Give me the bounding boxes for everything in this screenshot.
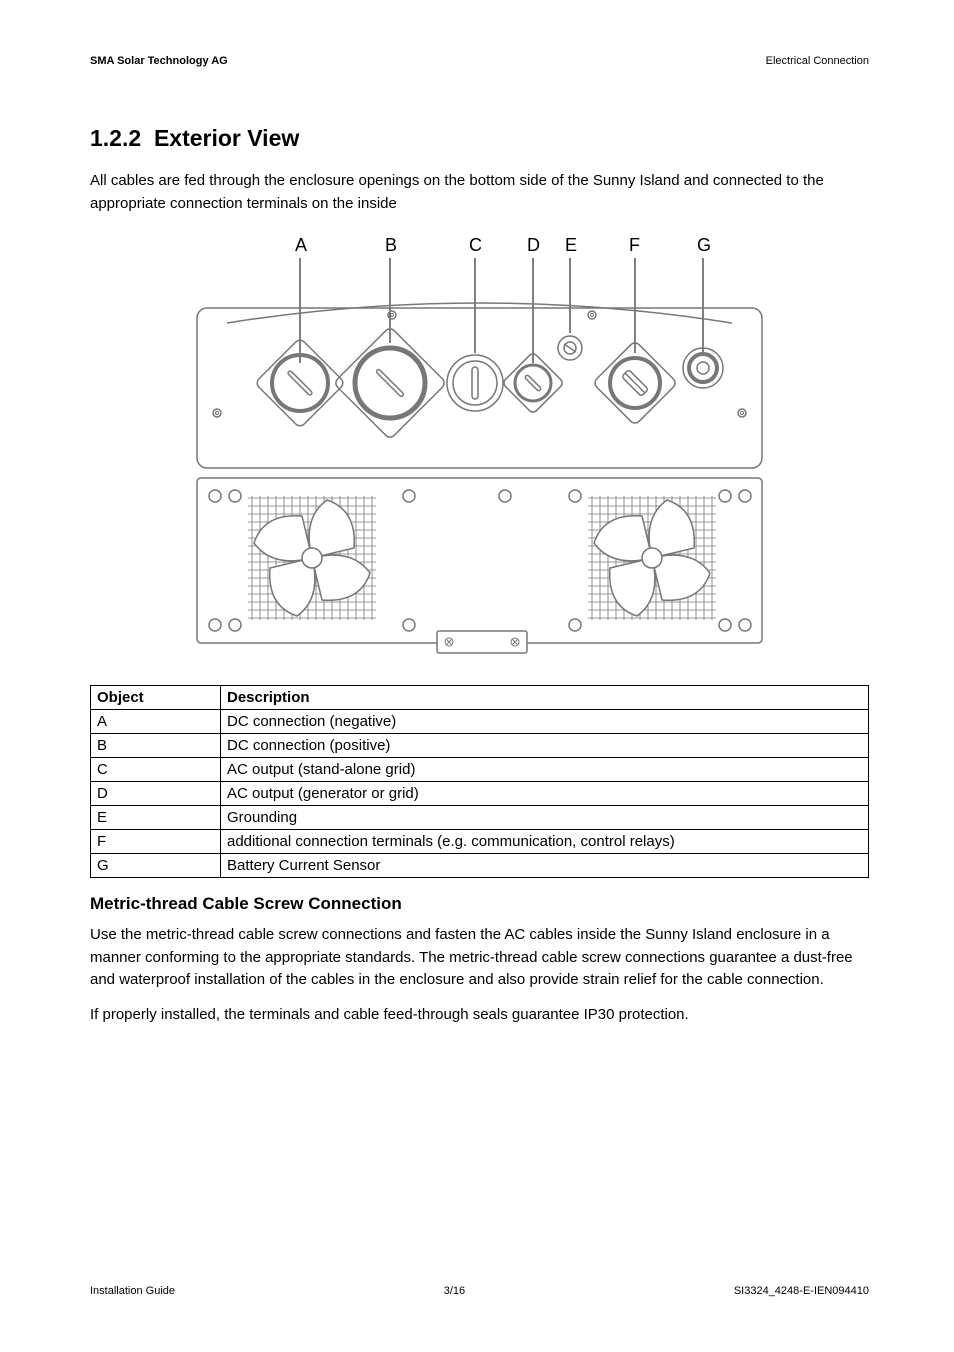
cell-object: E — [91, 806, 221, 830]
diagram-wrapper: A B C D E F G — [90, 233, 869, 663]
cell-object: G — [91, 854, 221, 878]
page-footer: Installation Guide 3/16 SI3324_4248-E-IE… — [90, 1285, 869, 1297]
bottom-panel — [197, 478, 762, 653]
table-header-row: Object Description — [91, 686, 869, 710]
cell-description: DC connection (negative) — [221, 710, 869, 734]
header-description: Description — [221, 686, 869, 710]
cell-description: DC connection (positive) — [221, 734, 869, 758]
cell-description: Battery Current Sensor — [221, 854, 869, 878]
table-row: Fadditional connection terminals (e.g. c… — [91, 830, 869, 854]
footer-right: SI3324_4248-E-IEN094410 — [734, 1285, 869, 1297]
table-row: GBattery Current Sensor — [91, 854, 869, 878]
label-d: D — [527, 235, 540, 255]
cell-object: D — [91, 782, 221, 806]
label-e: E — [565, 235, 577, 255]
header-object: Object — [91, 686, 221, 710]
table-row: DAC output (generator or grid) — [91, 782, 869, 806]
cell-object: A — [91, 710, 221, 734]
table-row: ADC connection (negative) — [91, 710, 869, 734]
cell-description: additional connection terminals (e.g. co… — [221, 830, 869, 854]
cell-object: B — [91, 734, 221, 758]
cell-object: F — [91, 830, 221, 854]
label-c: C — [469, 235, 482, 255]
footer-left: Installation Guide — [90, 1285, 175, 1297]
footer-center: 3/16 — [444, 1285, 465, 1297]
exterior-view-diagram: A B C D E F G — [187, 233, 772, 663]
subsection-para2: If properly installed, the terminals and… — [90, 1004, 869, 1027]
cell-description: AC output (stand-alone grid) — [221, 758, 869, 782]
intro-paragraph: All cables are fed through the enclosure… — [90, 170, 869, 215]
label-g: G — [697, 235, 711, 255]
header-section: Electrical Connection — [766, 55, 869, 67]
subsection-heading: Metric-thread Cable Screw Connection — [90, 894, 869, 914]
section-title: Exterior View — [154, 125, 299, 151]
header-company: SMA Solar Technology AG — [90, 55, 228, 67]
label-f: F — [629, 235, 640, 255]
subsection-para1: Use the metric-thread cable screw connec… — [90, 924, 869, 992]
page-header: SMA Solar Technology AG Electrical Conne… — [90, 55, 869, 67]
label-b: B — [385, 235, 397, 255]
section-number: 1.2.2 — [90, 125, 141, 151]
section-heading: 1.2.2 Exterior View — [90, 125, 869, 152]
cell-object: C — [91, 758, 221, 782]
table-row: EGrounding — [91, 806, 869, 830]
cell-description: Grounding — [221, 806, 869, 830]
connection-table: Object Description ADC connection (negat… — [90, 685, 869, 878]
cell-description: AC output (generator or grid) — [221, 782, 869, 806]
table-row: CAC output (stand-alone grid) — [91, 758, 869, 782]
table-row: BDC connection (positive) — [91, 734, 869, 758]
label-a: A — [295, 235, 307, 255]
top-panel — [197, 303, 762, 468]
